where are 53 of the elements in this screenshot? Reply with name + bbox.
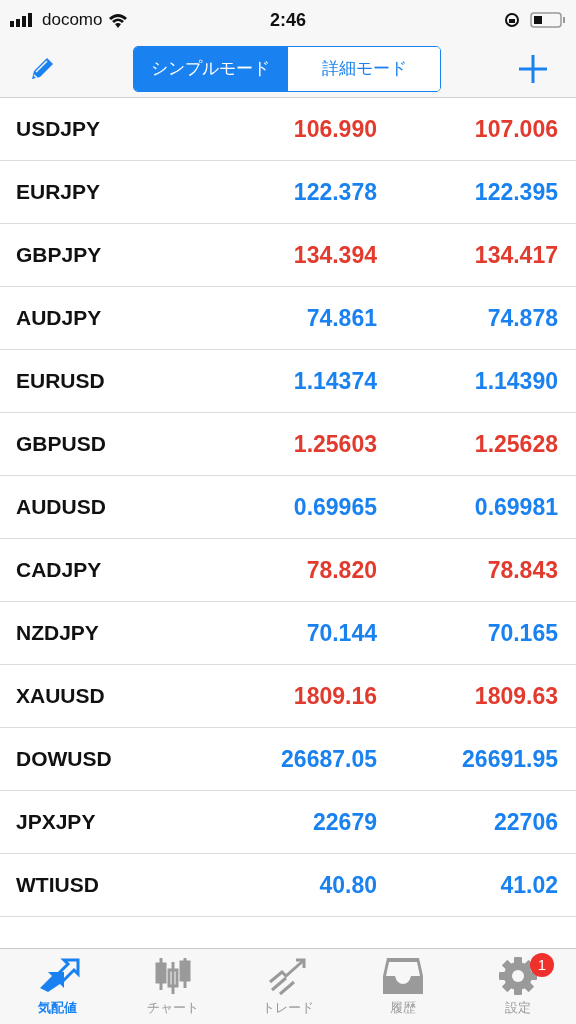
symbol-name: JPXJPY	[16, 809, 97, 836]
symbol-name: WTIUSD	[16, 872, 100, 899]
wifi-icon	[108, 12, 129, 28]
tab-bar-item[interactable]: 履歴	[345, 949, 461, 1024]
ask-price: 22706	[493, 807, 558, 837]
ask-price: 1809.63	[473, 681, 558, 711]
ask-price: 122.395	[473, 177, 558, 207]
mode-segment[interactable]: 詳細モード	[287, 46, 440, 91]
notification-badge: 1	[530, 953, 554, 977]
ask-price: 70.165	[486, 618, 558, 648]
ask-price: 1.25628	[473, 429, 558, 459]
bid-price: 0.69965	[292, 492, 377, 522]
mode-segment[interactable]: シンプルモード	[134, 46, 287, 91]
symbol-name: EURUSD	[16, 368, 106, 395]
carrier-name: docomo	[42, 9, 103, 32]
ask-price: 78.843	[486, 555, 558, 585]
symbol-name: AUDUSD	[16, 494, 107, 521]
ask-price: 74.878	[486, 303, 558, 333]
ask-price: 134.417	[473, 240, 558, 270]
rotation-lock-icon	[504, 12, 520, 28]
bid-price: 74.861	[305, 303, 377, 333]
ask-price: 26691.95	[461, 744, 558, 774]
ask-price: 1.14390	[473, 366, 558, 396]
ask-price: 107.006	[473, 114, 558, 144]
symbol-name: GBPJPY	[16, 242, 103, 269]
symbol-name: NZDJPY	[16, 620, 100, 647]
bid-price: 1809.16	[292, 681, 377, 711]
bid-price: 106.990	[292, 114, 377, 144]
bid-price: 1.25603	[292, 429, 377, 459]
bid-price: 70.144	[305, 618, 377, 648]
ask-price: 0.69981	[473, 492, 558, 522]
symbol-name: CADJPY	[16, 557, 103, 584]
tab-bar-item[interactable]: 設定 1	[460, 949, 576, 1024]
tab-bar-item[interactable]: トレード	[230, 949, 346, 1024]
tab-bar-item[interactable]: 気配値	[0, 949, 116, 1024]
bid-price: 134.394	[292, 240, 377, 270]
bid-price: 40.80	[318, 870, 377, 900]
tab-bar-item[interactable]: チャート	[115, 949, 231, 1024]
symbol-name: XAUUSD	[16, 683, 106, 710]
symbol-name: USDJPY	[16, 116, 102, 143]
symbol-name: GBPUSD	[16, 431, 107, 458]
battery-icon	[530, 12, 566, 28]
plus-icon[interactable]	[518, 53, 548, 84]
bid-price: 22679	[312, 807, 377, 837]
bid-price: 1.14374	[292, 366, 377, 396]
clock-time: 2:46	[269, 8, 307, 32]
bid-price: 78.820	[305, 555, 377, 585]
symbol-name: AUDJPY	[16, 305, 103, 332]
symbol-name: DOWUSD	[16, 746, 113, 773]
bid-price: 122.378	[292, 177, 377, 207]
bid-price: 26687.05	[280, 744, 377, 774]
ask-price: 41.02	[499, 870, 558, 900]
symbol-name: EURJPY	[16, 179, 102, 206]
